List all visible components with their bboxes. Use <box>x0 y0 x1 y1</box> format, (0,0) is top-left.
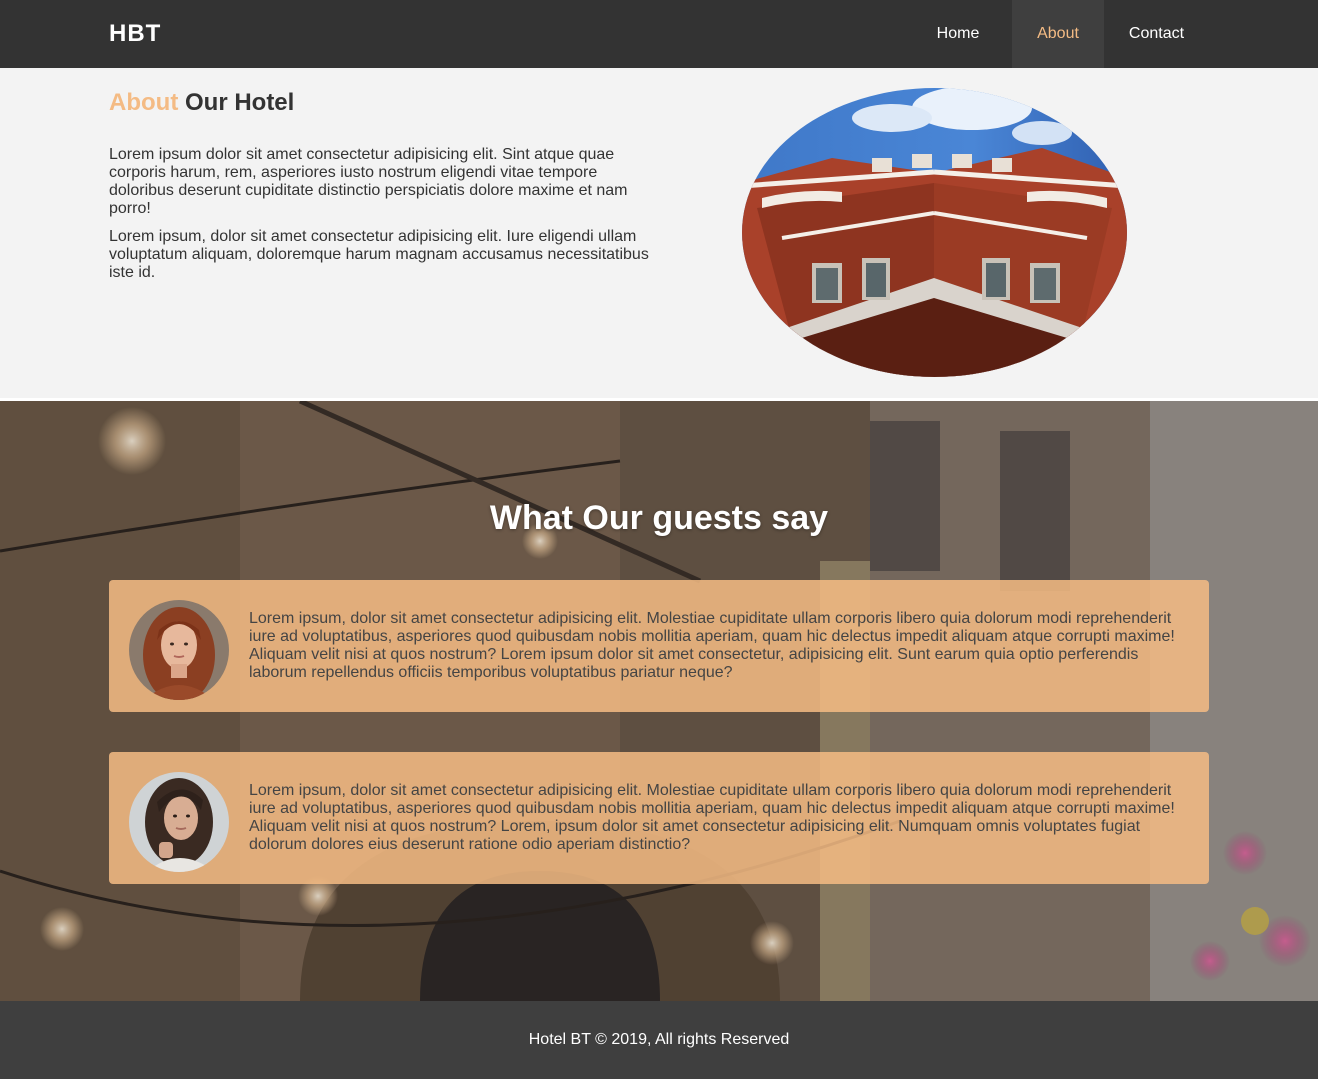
guest-avatar <box>129 600 229 700</box>
about-title: About Our Hotel <box>109 89 294 117</box>
footer-copyright: Hotel BT © 2019, All rights Reserved <box>528 1031 790 1048</box>
navbar: HBT Home About Contact <box>0 0 1318 68</box>
nav-item-home[interactable]: Home <box>904 0 1012 68</box>
about-section: About Our Hotel Lorem ipsum dolor sit am… <box>0 68 1318 398</box>
testimonials-title: What Our guests say <box>489 499 829 537</box>
site-logo[interactable]: HBT <box>109 20 161 48</box>
testimonial-quote: Lorem ipsum, dolor sit amet consectetur … <box>249 610 1175 681</box>
nav-links: Home About Contact <box>904 0 1318 68</box>
about-text: Lorem ipsum dolor sit amet consectetur a… <box>109 146 659 292</box>
testimonial-card: Lorem ipsum, dolor sit amet consectetur … <box>109 580 1209 712</box>
hotel-building-image <box>742 88 1127 377</box>
testimonials-section: What Our guests say Lorem ipsum, dolor s… <box>0 401 1318 1001</box>
about-title-rest: Our Hotel <box>184 89 295 116</box>
nav-item-contact[interactable]: Contact <box>1104 0 1209 68</box>
about-paragraph-2: Lorem ipsum, dolor sit amet consectetur … <box>109 228 649 281</box>
guest-avatar <box>129 772 229 872</box>
testimonial-card: Lorem ipsum, dolor sit amet consectetur … <box>109 752 1209 884</box>
nav-item-about[interactable]: About <box>1012 0 1104 68</box>
footer: Hotel BT © 2019, All rights Reserved <box>0 1001 1318 1079</box>
about-title-accent: About <box>109 89 179 116</box>
testimonial-quote: Lorem ipsum, dolor sit amet consectetur … <box>249 782 1175 853</box>
about-paragraph-1: Lorem ipsum dolor sit amet consectetur a… <box>109 146 628 217</box>
